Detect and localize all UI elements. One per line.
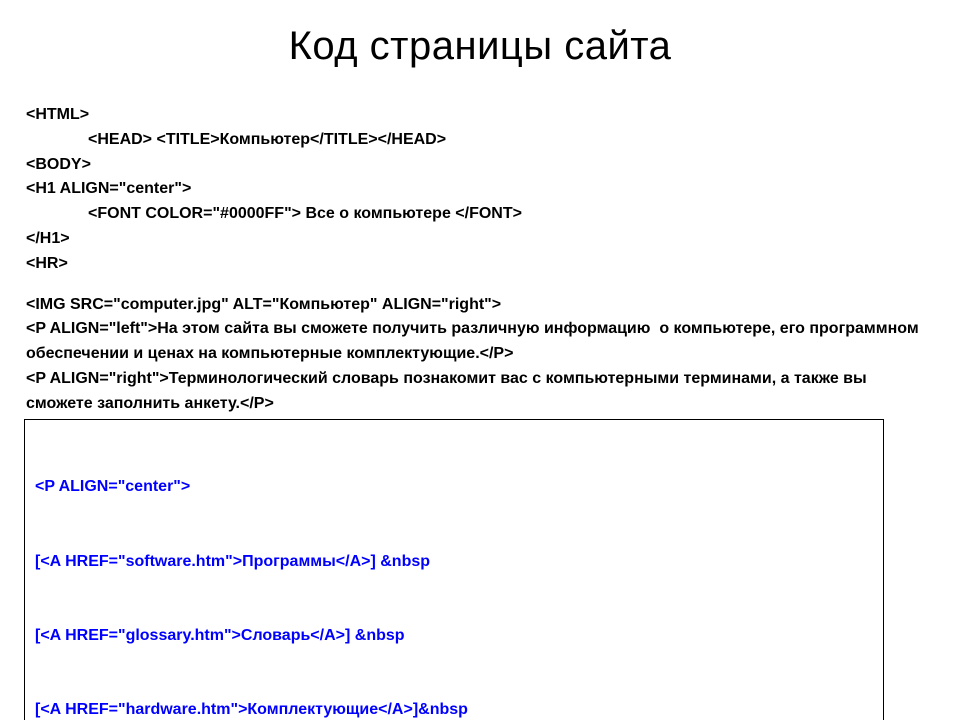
code-line: <P ALIGN="right">Терминологический слова… (26, 367, 936, 417)
code-line: <P ALIGN="left">На этом сайта вы сможете… (26, 317, 936, 367)
code-line: [<A HREF="software.htm">Программы</A>] &… (35, 550, 873, 575)
slide-container: Код страницы сайта <HTML> <HEAD> <TITLE>… (0, 0, 960, 720)
code-line: [<A HREF="glossary.htm">Словарь</A>] &nb… (35, 624, 873, 649)
code-line: <P ALIGN="center"> (35, 475, 873, 500)
code-line: <HR> (26, 252, 936, 277)
code-line: [<A HREF="hardware.htm">Комплектующие</A… (35, 698, 873, 720)
code-listing: <HTML> <HEAD> <TITLE>Компьютер</TITLE></… (24, 103, 936, 720)
blank-line (26, 277, 936, 293)
slide-title: Код страницы сайта (24, 24, 936, 69)
code-line: <BODY> (26, 153, 936, 178)
code-line: <H1 ALIGN="center"> (26, 177, 936, 202)
code-line: <HEAD> <TITLE>Компьютер</TITLE></HEAD> (26, 128, 936, 153)
code-line: <IMG SRC="computer.jpg" ALT="Компьютер" … (26, 293, 936, 318)
code-line: </H1> (26, 227, 936, 252)
code-line: <FONT COLOR="#0000FF"> Все о компьютере … (26, 202, 936, 227)
code-line: <HTML> (26, 103, 936, 128)
highlighted-code-box: <P ALIGN="center"> [<A HREF="software.ht… (24, 419, 884, 720)
